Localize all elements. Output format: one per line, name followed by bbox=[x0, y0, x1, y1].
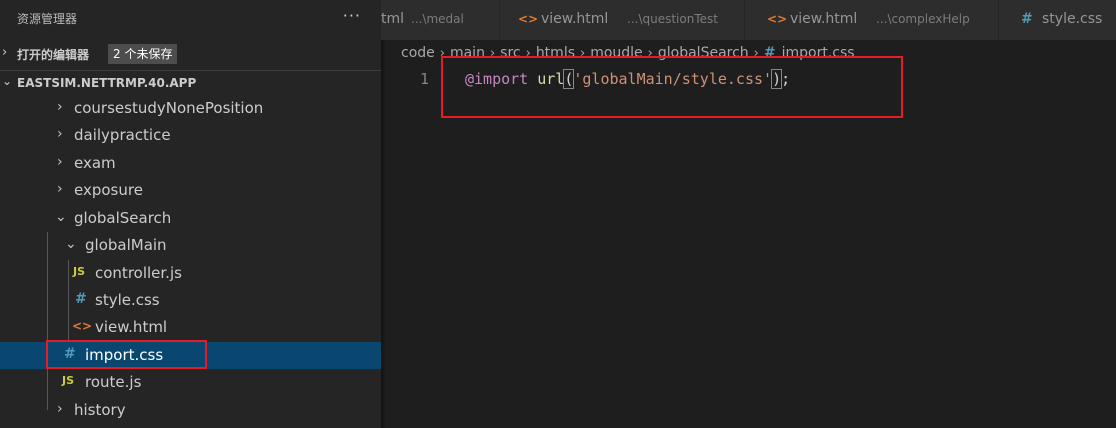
tree-item-label: view.html bbox=[95, 318, 168, 336]
css-file-icon: # bbox=[75, 291, 87, 307]
tree-item-coursestudynoneposition[interactable]: › coursestudyNonePosition bbox=[0, 95, 381, 122]
project-section[interactable]: ⌄ EASTSIM.NETTRMP.40.APP bbox=[0, 70, 381, 95]
tab-label: view.html bbox=[541, 11, 609, 27]
breadcrumb-item[interactable]: code bbox=[401, 45, 435, 61]
tree-item-dailypractice[interactable]: › dailypractice bbox=[0, 122, 381, 149]
tab-style-css[interactable]: # style.css bbox=[999, 0, 1116, 40]
tab-medal[interactable]: tml ...\medal bbox=[381, 0, 500, 40]
html-file-icon: <> bbox=[518, 12, 539, 26]
tree-item-label: history bbox=[74, 401, 126, 419]
tree-item-route-js[interactable]: JS route.js bbox=[0, 369, 381, 396]
ellipsis-icon[interactable]: ··· bbox=[343, 6, 361, 25]
chevron-right-icon: › bbox=[2, 45, 8, 60]
tree-item-label: controller.js bbox=[95, 264, 182, 282]
tab-label: style.css bbox=[1042, 11, 1103, 27]
tab-path: ...\complexHelp bbox=[876, 12, 970, 26]
tree-item-label: globalSearch bbox=[74, 209, 172, 227]
tree-item-label: coursestudyNonePosition bbox=[74, 99, 264, 117]
tree-item-label: style.css bbox=[95, 291, 160, 309]
explorer-sidebar: 资源管理器 ··· › 打开的编辑器 2 个未保存 ⌄ EASTSIM.NETT… bbox=[0, 0, 381, 428]
tree-item-globalmain[interactable]: ⌄ globalMain bbox=[0, 232, 381, 259]
tree-item-view-html[interactable]: <> view.html bbox=[0, 314, 381, 341]
chevron-right-icon: › bbox=[57, 126, 63, 142]
tab-label: view.html bbox=[790, 11, 858, 27]
tree-item-history[interactable]: › history bbox=[0, 397, 381, 424]
tab-view-html-complexhelp[interactable]: <> view.html ...\complexHelp bbox=[745, 0, 999, 40]
tree-item-label: globalMain bbox=[85, 236, 167, 254]
chevron-right-icon: › bbox=[57, 154, 63, 170]
html-file-icon: <> bbox=[767, 12, 788, 26]
html-file-icon: <> bbox=[72, 319, 93, 333]
highlight-box-tree bbox=[46, 340, 207, 369]
tab-path: ...\medal bbox=[411, 12, 464, 26]
open-editors-section[interactable]: › 打开的编辑器 2 个未保存 bbox=[0, 42, 381, 66]
open-editors-label: 打开的编辑器 bbox=[17, 48, 90, 62]
chevron-down-icon: ⌄ bbox=[65, 236, 77, 252]
project-label: EASTSIM.NETTRMP.40.APP bbox=[17, 76, 197, 90]
line-number: 1 bbox=[420, 70, 430, 88]
chevron-down-icon: ⌄ bbox=[55, 209, 67, 225]
tab-label: tml bbox=[381, 11, 405, 27]
tree-item-controller-js[interactable]: JS controller.js bbox=[0, 260, 381, 287]
tree-item-label: exposure bbox=[74, 181, 143, 199]
tree-item-exam[interactable]: › exam bbox=[0, 150, 381, 177]
chevron-right-icon: › bbox=[57, 401, 63, 417]
chevron-down-icon: ⌄ bbox=[2, 74, 13, 88]
chevron-right-icon: › bbox=[57, 181, 63, 197]
css-file-icon: # bbox=[1021, 11, 1033, 27]
highlight-box-code bbox=[441, 56, 903, 118]
tree-item-style-css[interactable]: # style.css bbox=[0, 287, 381, 314]
sidebar-shadow bbox=[381, 40, 387, 428]
tree-item-label: route.js bbox=[85, 373, 142, 391]
tab-bar: tml ...\medal <> view.html ...\questionT… bbox=[381, 0, 1116, 40]
tree-item-label: dailypractice bbox=[74, 126, 171, 144]
tree-item-exposure[interactable]: › exposure bbox=[0, 177, 381, 204]
js-file-icon: JS bbox=[62, 374, 75, 387]
chevron-right-icon: › bbox=[57, 99, 63, 115]
tab-view-html-questiontest[interactable]: <> view.html ...\questionTest bbox=[500, 0, 745, 40]
js-file-icon: JS bbox=[73, 265, 86, 278]
unsaved-badge: 2 个未保存 bbox=[108, 44, 178, 64]
explorer-header: 资源管理器 ··· bbox=[0, 0, 381, 36]
tree-item-label: exam bbox=[74, 154, 116, 172]
tab-path: ...\questionTest bbox=[627, 12, 718, 26]
explorer-title: 资源管理器 bbox=[17, 12, 78, 26]
tree-item-globalsearch[interactable]: ⌄ globalSearch bbox=[0, 205, 381, 232]
